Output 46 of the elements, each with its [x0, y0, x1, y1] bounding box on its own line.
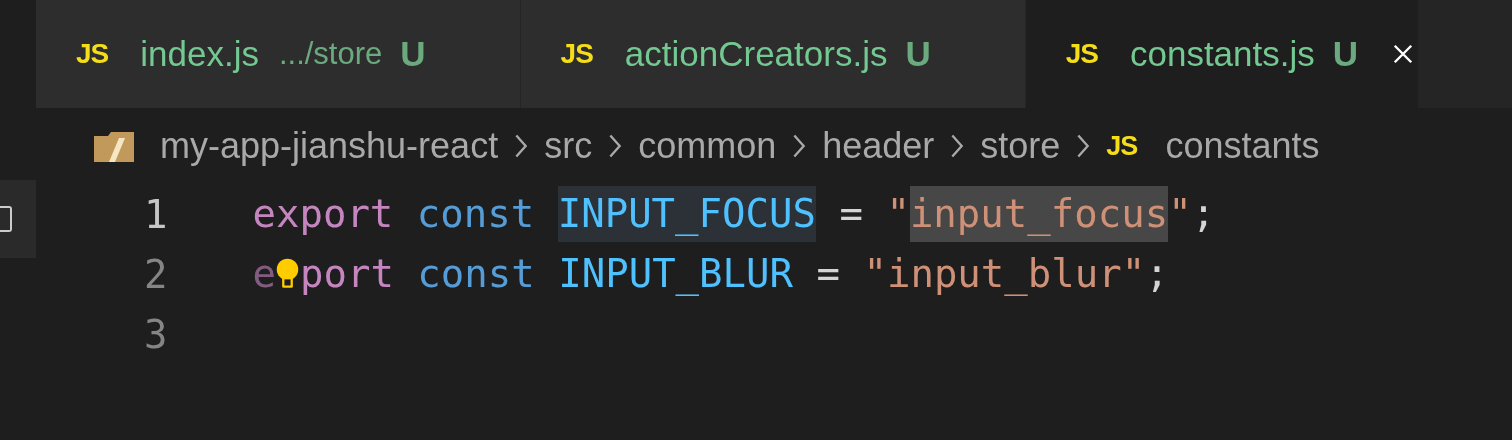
- tab-filename: actionCreators.js: [624, 34, 888, 74]
- chevron-icon: [608, 132, 623, 160]
- js-file-icon: JS: [1106, 130, 1138, 162]
- code-token: input_focus: [909, 186, 1169, 242]
- git-status: U: [400, 34, 426, 74]
- editor-tab[interactable]: JS actionCreators.js U: [520, 0, 1026, 108]
- breadcrumb-item[interactable]: src: [544, 125, 593, 167]
- js-file-icon: JS: [76, 38, 109, 70]
- breadcrumb-item[interactable]: store: [980, 125, 1061, 167]
- chevron-icon: [792, 132, 807, 160]
- code-token: =: [815, 250, 840, 298]
- line-number: 1: [143, 191, 169, 237]
- code-token: ;: [1145, 250, 1169, 298]
- code-token: port: [299, 250, 394, 298]
- panel-tab[interactable]: [0, 180, 36, 258]
- code-token: INPUT_BLUR: [557, 250, 794, 298]
- code-token: "input_blur": [862, 250, 1146, 298]
- folder-icon: [94, 130, 134, 162]
- tab-filename: index.js: [140, 34, 259, 74]
- chevron-icon: [950, 132, 965, 160]
- breadcrumb-item[interactable]: common: [638, 125, 777, 167]
- chevron-icon: [1076, 132, 1091, 160]
- code-token: ": [1168, 190, 1192, 238]
- js-file-icon: JS: [1065, 38, 1098, 70]
- js-file-icon: JS: [560, 38, 593, 70]
- tab-path: .../store: [278, 36, 383, 72]
- git-status: U: [1332, 34, 1359, 74]
- breadcrumb-item[interactable]: constants: [1165, 125, 1320, 167]
- line-number: 3: [143, 311, 169, 357]
- code-token: const: [416, 250, 535, 298]
- git-status: U: [905, 34, 931, 74]
- code-token: ": [885, 190, 910, 238]
- line-number: 2: [143, 251, 169, 297]
- code-token: =: [838, 190, 863, 238]
- close-icon[interactable]: [1392, 43, 1415, 65]
- code-token: const: [415, 190, 535, 238]
- code-token: ;: [1191, 190, 1216, 238]
- editor-tab[interactable]: JS index.js .../store U: [36, 0, 521, 108]
- tab-filename: constants.js: [1129, 34, 1315, 74]
- breadcrumb-item[interactable]: my-app-jianshu-react: [160, 125, 499, 167]
- chevron-icon: [514, 132, 529, 160]
- code-token: export: [251, 190, 394, 238]
- editor-tab[interactable]: JS constants.js U: [1025, 0, 1420, 108]
- code-token: e: [251, 250, 276, 298]
- breadcrumb-item[interactable]: header: [822, 125, 935, 167]
- lightbulb-icon[interactable]: [276, 257, 300, 291]
